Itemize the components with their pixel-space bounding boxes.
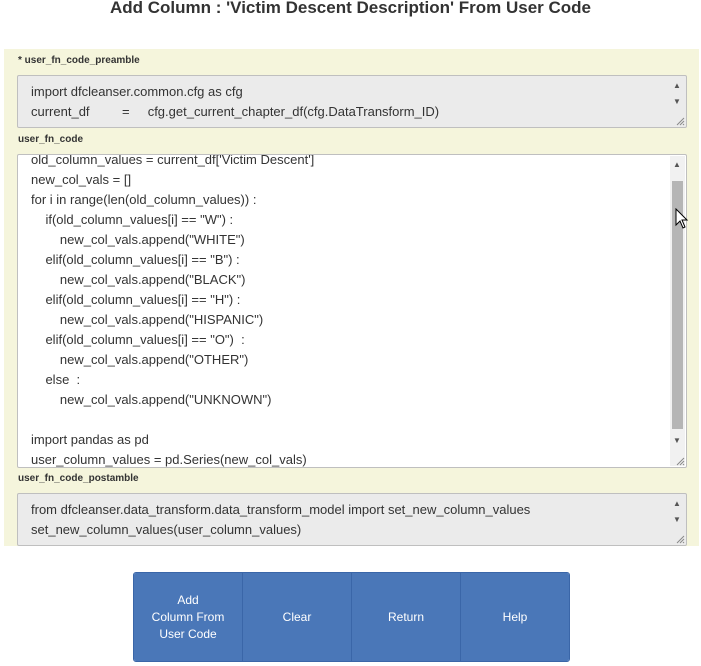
code-line: import dfcleanser.common.cfg as cfg (31, 84, 243, 99)
scroll-up-icon[interactable]: ▲ (673, 161, 681, 169)
code-textarea[interactable]: old_column_values = current_df['Victim D… (17, 154, 687, 468)
help-button[interactable]: Help (461, 573, 569, 661)
scroll-down-icon[interactable]: ▼ (673, 437, 681, 445)
code-line: old_column_values = current_df['Victim D… (31, 154, 315, 167)
postamble-label: user_fn_code_postamble (18, 473, 139, 484)
code-line: elif(old_column_values[i] == "H") : (31, 292, 241, 307)
preamble-textarea[interactable]: import dfcleanser.common.cfg as cfg curr… (17, 75, 687, 128)
code-line: from dfcleanser.data_transform.data_tran… (31, 502, 531, 517)
code-line: import pandas as pd (31, 432, 149, 447)
code-line: new_col_vals.append("BLACK") (31, 272, 246, 287)
code-line: new_col_vals.append("WHITE") (31, 232, 245, 247)
code-line: new_col_vals.append("OTHER") (31, 352, 249, 367)
code-line: if(old_column_values[i] == "W") : (31, 212, 234, 227)
add-column-button[interactable]: Add Column From User Code (134, 573, 243, 661)
code-line: elif(old_column_values[i] == "O") : (31, 332, 245, 347)
scroll-down-icon[interactable]: ▼ (673, 98, 681, 106)
code-line: else : (31, 372, 81, 387)
resize-handle-icon[interactable] (675, 534, 685, 544)
return-button[interactable]: Return (352, 573, 461, 661)
code-line: elif(old_column_values[i] == "B") : (31, 252, 240, 267)
code-line: new_col_vals = [] (31, 172, 132, 187)
resize-handle-icon[interactable] (675, 456, 685, 466)
code-line: for i in range(len(old_column_values)) : (31, 192, 257, 207)
scroll-up-icon[interactable]: ▲ (673, 82, 681, 90)
resize-handle-icon[interactable] (675, 116, 685, 126)
code-line: new_col_vals.append("HISPANIC") (31, 312, 264, 327)
postamble-textarea[interactable]: from dfcleanser.data_transform.data_tran… (17, 493, 687, 546)
code-line: new_col_vals.append("UNKNOWN") (31, 392, 272, 407)
code-line: user_column_values = pd.Series(new_col_v… (31, 452, 307, 467)
code-line: current_df = cfg.get_current_chapter_df(… (31, 104, 440, 119)
button-group: Add Column From User Code Clear Return H… (133, 572, 570, 662)
scroll-up-icon[interactable]: ▲ (673, 500, 681, 508)
preamble-label: * user_fn_code_preamble (18, 55, 140, 66)
clear-button[interactable]: Clear (243, 573, 352, 661)
page-title: Add Column : 'Victim Descent Description… (109, 0, 591, 17)
mouse-cursor-icon (675, 208, 689, 229)
scroll-down-icon[interactable]: ▼ (673, 516, 681, 524)
code-label: user_fn_code (18, 134, 84, 145)
code-line: set_new_column_values(user_column_values… (31, 522, 302, 537)
